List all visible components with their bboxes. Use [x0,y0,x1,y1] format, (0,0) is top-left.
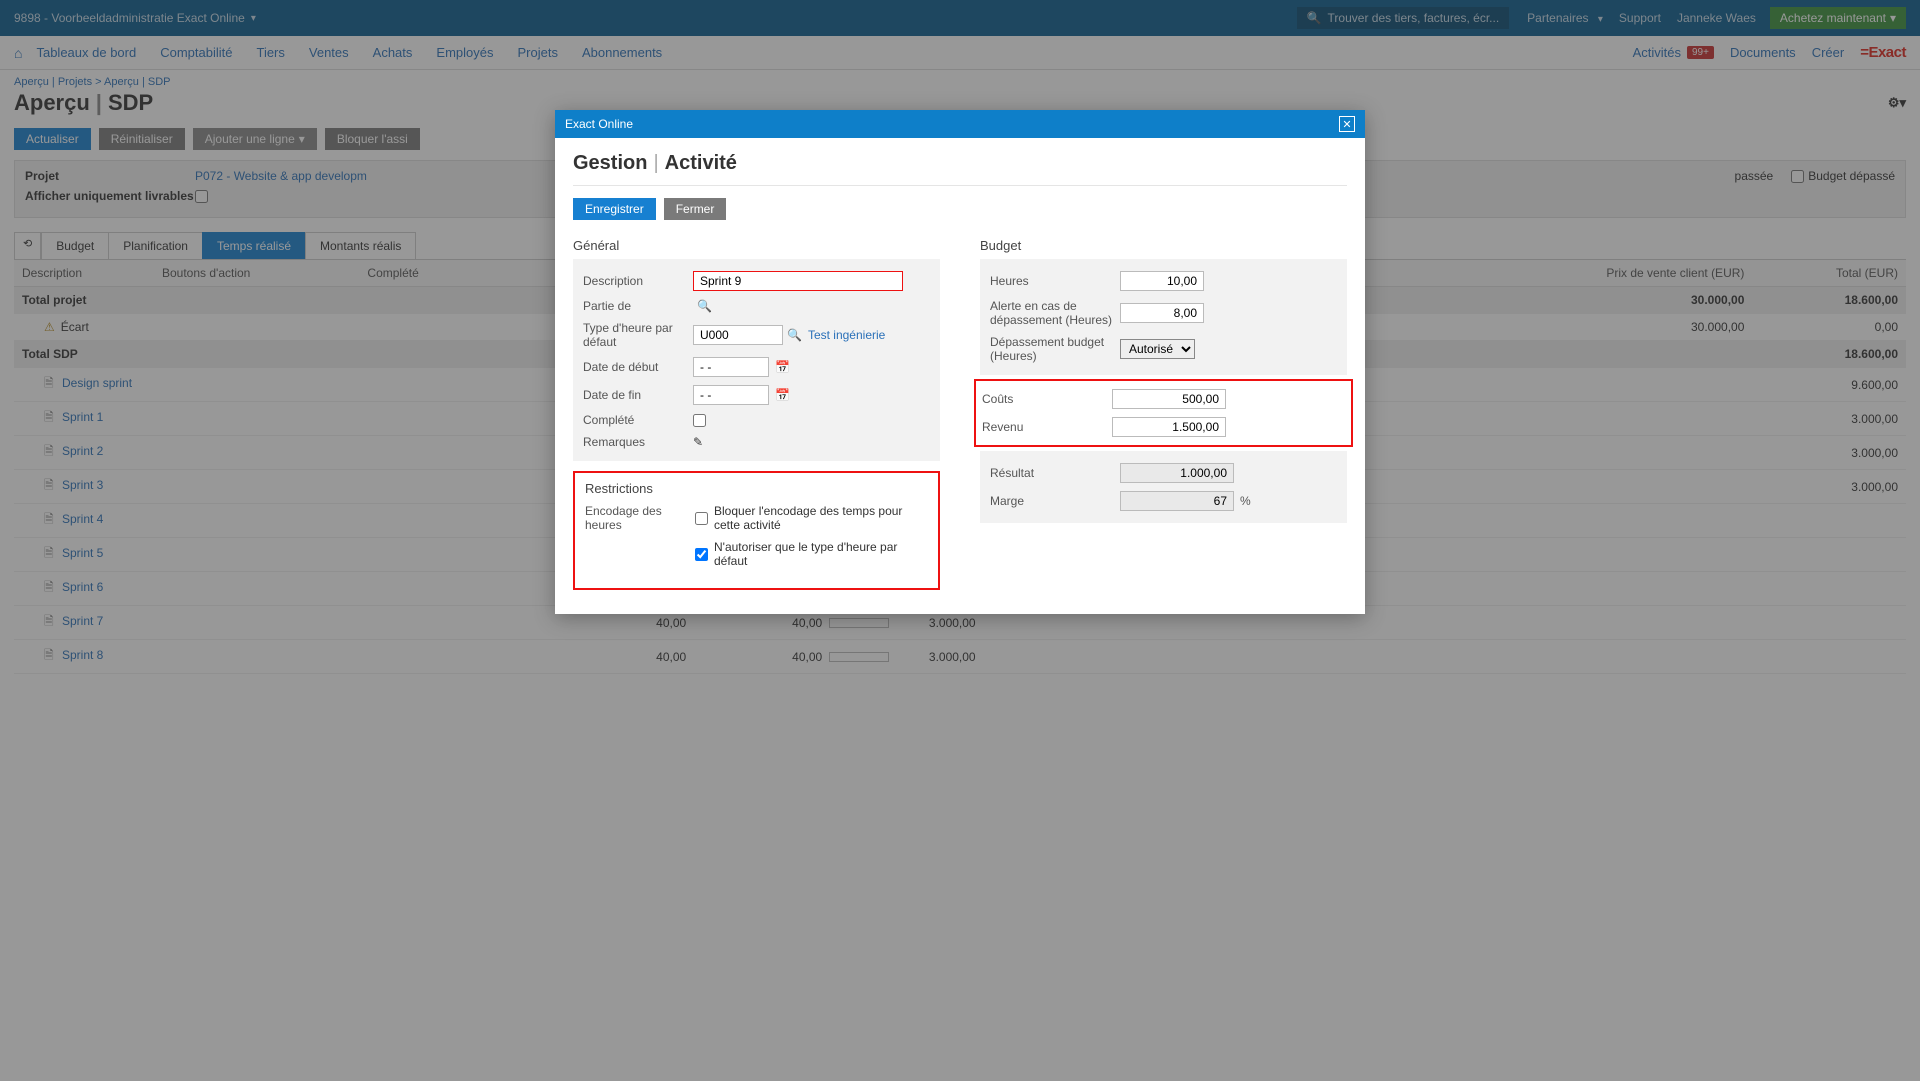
label-margin: Marge [990,494,1120,508]
cost-revenue-highlight: Coûts Revenu [974,379,1353,447]
label-time-encoding: Encodage des heures [585,504,695,576]
end-date-input[interactable] [693,385,769,405]
margin-output [1120,491,1234,511]
calendar-icon[interactable]: 📅 [775,388,790,402]
label-overrun: Dépassement budget (Heures) [990,335,1120,363]
label-costs: Coûts [982,392,1112,406]
alert-hours-input[interactable] [1120,303,1204,323]
hour-type-input[interactable] [693,325,783,345]
label-result: Résultat [990,466,1120,480]
modal-header: Exact Online ✕ [555,110,1365,138]
start-date-input[interactable] [693,357,769,377]
edit-icon[interactable]: ✎ [693,435,703,449]
restrictions-section: Restrictions Encodage des heures Bloquer… [573,471,940,590]
label-block-encoding: Bloquer l'encodage des temps pour cette … [714,504,928,532]
completed-checkbox[interactable] [693,414,706,427]
lookup-icon[interactable]: 🔍 [697,299,712,313]
section-general: Général [573,238,940,253]
close-icon[interactable]: ✕ [1339,116,1355,132]
close-button[interactable]: Fermer [664,198,727,220]
label-remarks: Remarques [583,435,693,449]
label-end-date: Date de fin [583,388,693,402]
label-alert: Alerte en cas de dépassement (Heures) [990,299,1120,327]
hours-input[interactable] [1120,271,1204,291]
percent-label: % [1240,494,1251,508]
hour-type-link[interactable]: Test ingénierie [808,328,885,342]
label-revenue: Revenu [982,420,1112,434]
section-restrictions: Restrictions [585,481,928,496]
activity-modal: Exact Online ✕ Gestion|Activité Enregist… [555,110,1365,614]
label-hours: Heures [990,274,1120,288]
lookup-icon[interactable]: 🔍 [787,328,802,342]
costs-input[interactable] [1112,389,1226,409]
label-completed: Complété [583,413,693,427]
modal-overlay: Exact Online ✕ Gestion|Activité Enregist… [0,0,1920,1081]
label-description: Description [583,274,693,288]
label-hour-type: Type d'heure par défaut [583,321,693,349]
modal-title: Gestion|Activité [573,152,1347,186]
modal-header-title: Exact Online [565,117,633,131]
revenue-input[interactable] [1112,417,1226,437]
label-only-default: N'autoriser que le type d'heure par défa… [714,540,928,568]
section-budget: Budget [980,238,1347,253]
calendar-icon[interactable]: 📅 [775,360,790,374]
label-part-of: Partie de [583,299,693,313]
save-button[interactable]: Enregistrer [573,198,656,220]
only-default-checkbox[interactable] [695,548,708,561]
description-input[interactable] [693,271,903,291]
overrun-select[interactable]: Autorisé [1120,339,1195,359]
block-encoding-checkbox[interactable] [695,512,708,525]
label-start-date: Date de début [583,360,693,374]
result-output [1120,463,1234,483]
